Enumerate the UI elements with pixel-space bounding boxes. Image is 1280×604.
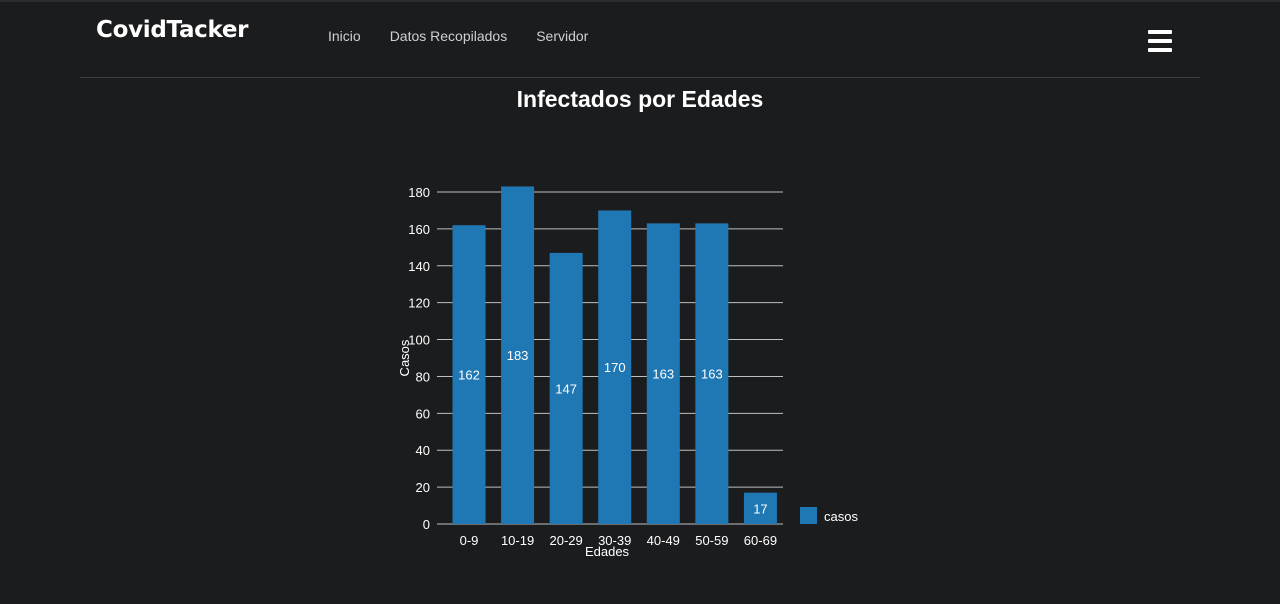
x-tick-label: 10-19 (501, 533, 534, 548)
x-axis-title: Edades (585, 544, 630, 559)
x-tick-label: 50-59 (695, 533, 728, 548)
x-tick-label: 40-49 (647, 533, 680, 548)
x-tick-label: 60-69 (744, 533, 777, 548)
bar-value-label: 162 (458, 368, 480, 383)
x-tick-label: 0-9 (460, 533, 479, 548)
y-tick-label: 160 (408, 222, 430, 237)
bar-value-label: 17 (753, 501, 767, 516)
y-tick-label: 180 (408, 185, 430, 200)
bar-value-label: 170 (604, 360, 626, 375)
y-tick-label: 120 (408, 296, 430, 311)
bar-value-label: 147 (555, 381, 577, 396)
age-bar-chart: 0204060801001201401601801620-918310-1914… (397, 185, 858, 559)
bar-value-label: 163 (701, 367, 723, 382)
bar-value-label: 183 (507, 348, 529, 363)
legend-swatch (800, 507, 817, 524)
x-tick-label: 20-29 (550, 533, 583, 548)
y-axis-title: Casos (397, 339, 412, 376)
y-tick-label: 60 (416, 406, 430, 421)
y-tick-label: 20 (416, 480, 430, 495)
y-tick-label: 0 (423, 517, 430, 532)
y-tick-label: 80 (416, 369, 430, 384)
legend-label: casos (824, 509, 858, 524)
y-tick-label: 140 (408, 259, 430, 274)
y-tick-label: 40 (416, 443, 430, 458)
bar-value-label: 163 (652, 367, 674, 382)
